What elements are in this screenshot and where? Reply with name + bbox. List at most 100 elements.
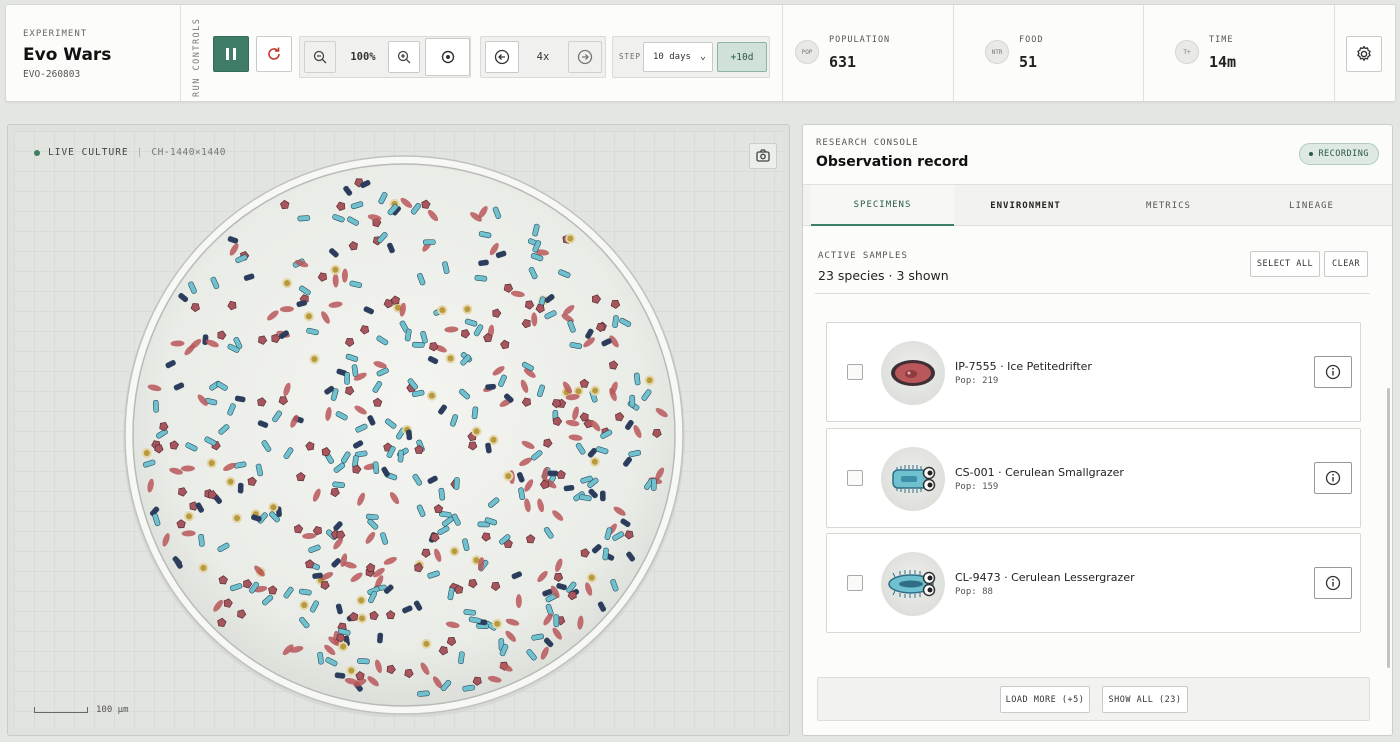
- select-all-button[interactable]: SELECT ALL: [1250, 251, 1320, 277]
- experiment-title: Evo Wars: [23, 45, 112, 65]
- organism: [357, 658, 370, 665]
- organism: [282, 278, 293, 289]
- stat-food: NTR FOOD 51: [973, 5, 1143, 103]
- scale-bar-label: 100 µm: [96, 705, 129, 715]
- step-controls: STEP 10 days ⌄ +10d: [612, 36, 770, 78]
- scale-bar-line: [34, 707, 88, 713]
- live-culture-label: LIVE CULTURE: [48, 147, 129, 158]
- divider: [180, 5, 181, 101]
- divider: [953, 5, 954, 101]
- zoom-in-button[interactable]: [388, 41, 420, 73]
- specimen-thumbnail: [881, 447, 945, 511]
- experiment-id: EVO-260803: [23, 69, 81, 80]
- organism: [471, 426, 482, 437]
- organism: [453, 477, 460, 490]
- specimen-card[interactable]: CL-9473 · Cerulean Lessergrazer Pop: 88: [826, 533, 1361, 633]
- step-label: STEP: [619, 52, 642, 61]
- info-icon: [1325, 364, 1341, 380]
- info-icon: [1325, 575, 1341, 591]
- tab-environment[interactable]: ENVIRONMENT: [954, 185, 1097, 226]
- specimen-checkbox[interactable]: [847, 364, 863, 380]
- settings-button[interactable]: [1346, 36, 1382, 72]
- organism: [356, 595, 367, 606]
- organism: [232, 513, 243, 524]
- chevron-down-icon: ⌄: [699, 51, 706, 62]
- divider: [1334, 5, 1335, 101]
- zoom-controls: 100%: [299, 36, 471, 78]
- population-icon: POP: [795, 40, 819, 64]
- stat-label: POPULATION: [829, 35, 891, 45]
- specimen-info-button[interactable]: [1314, 462, 1352, 494]
- scale-bar: 100 µm: [34, 705, 129, 715]
- reset-button[interactable]: [256, 36, 292, 72]
- tab-specimens[interactable]: SPECIMENS: [811, 185, 954, 226]
- specimen-name: IP-7555 · Ice Petitedrifter: [955, 360, 1092, 373]
- organism: [599, 490, 606, 502]
- organism: [397, 449, 404, 463]
- specimen-info-button[interactable]: [1314, 567, 1352, 599]
- active-samples-label: ACTIVE SAMPLES: [818, 251, 908, 261]
- specimen-checkbox[interactable]: [847, 470, 863, 486]
- stat-population: POP POPULATION 631: [783, 5, 953, 103]
- step-select[interactable]: 10 days ⌄: [643, 42, 713, 72]
- time-icon: T+: [1175, 40, 1199, 64]
- faster-button[interactable]: [568, 41, 602, 73]
- zoom-out-button[interactable]: [304, 41, 336, 73]
- slower-button[interactable]: [485, 41, 519, 73]
- zoom-in-icon: [397, 50, 411, 64]
- tab-metrics[interactable]: METRICS: [1097, 185, 1240, 226]
- snapshot-button[interactable]: [749, 143, 777, 169]
- organism: [437, 305, 448, 316]
- experiment-label: EXPERIMENT: [23, 29, 88, 39]
- organism: [338, 641, 349, 652]
- tab-lineage[interactable]: LINEAGE: [1240, 185, 1383, 226]
- organism: [152, 399, 159, 413]
- organism: [411, 341, 425, 348]
- specimen-info-button[interactable]: [1314, 356, 1352, 388]
- organism: [563, 484, 575, 492]
- research-console: RESEARCH CONSOLE Observation record RECO…: [802, 124, 1393, 736]
- organism: [449, 546, 460, 557]
- specimen-checkbox[interactable]: [847, 575, 863, 591]
- pause-button[interactable]: [213, 36, 249, 72]
- clear-button[interactable]: CLEAR: [1324, 251, 1368, 277]
- specimen-card[interactable]: IP-7555 · Ice Petitedrifter Pop: 219: [826, 322, 1361, 422]
- specimen-population: Pop: 219: [955, 376, 999, 386]
- organism: [406, 429, 413, 441]
- organism: [334, 672, 346, 679]
- organism: [445, 353, 456, 364]
- recenter-button[interactable]: [425, 38, 470, 76]
- specimen-thumbnail: [881, 341, 945, 405]
- smallgrazer-icon: [892, 465, 936, 493]
- specimen-name: CL-9473 · Cerulean Lessergrazer: [955, 571, 1135, 584]
- specimen-list-footer: LOAD MORE (+5) SHOW ALL (23): [817, 677, 1370, 721]
- organism: [237, 482, 244, 494]
- stat-value: 51: [1019, 53, 1038, 71]
- info-icon: [1325, 470, 1341, 486]
- top-toolbar: EXPERIMENT Evo Wars EVO-260803 RUN CONTR…: [5, 4, 1396, 102]
- specimen-thumbnail: [881, 552, 945, 616]
- specimen-card[interactable]: CS-001 · Cerulean Smallgrazer Pop: 159: [826, 428, 1361, 528]
- specimen-population: Pop: 88: [955, 587, 993, 597]
- organism: [474, 275, 488, 282]
- culture-viewport[interactable]: LIVE CULTURE | CH-1440×1440 100 µm: [14, 131, 783, 729]
- load-more-button[interactable]: LOAD MORE (+5): [1000, 686, 1090, 713]
- show-all-button[interactable]: SHOW ALL (23): [1102, 686, 1188, 713]
- organism: [650, 478, 657, 491]
- petri-dish[interactable]: [122, 153, 686, 717]
- camera-icon: [756, 149, 770, 162]
- zoom-level: 100%: [350, 51, 376, 63]
- recording-badge: RECORDING: [1299, 143, 1379, 165]
- console-title: Observation record: [816, 154, 969, 170]
- organism: [612, 315, 619, 328]
- scrollbar[interactable]: [1387, 388, 1390, 668]
- organism: [458, 651, 465, 665]
- organism: [417, 690, 430, 697]
- step-forward-button[interactable]: +10d: [717, 42, 767, 72]
- organism: [503, 471, 514, 482]
- gear-icon: [1357, 45, 1371, 61]
- petitedrifter-icon: [891, 360, 935, 386]
- organism: [602, 547, 609, 561]
- stat-label: FOOD: [1019, 35, 1044, 45]
- reset-icon: [268, 47, 280, 60]
